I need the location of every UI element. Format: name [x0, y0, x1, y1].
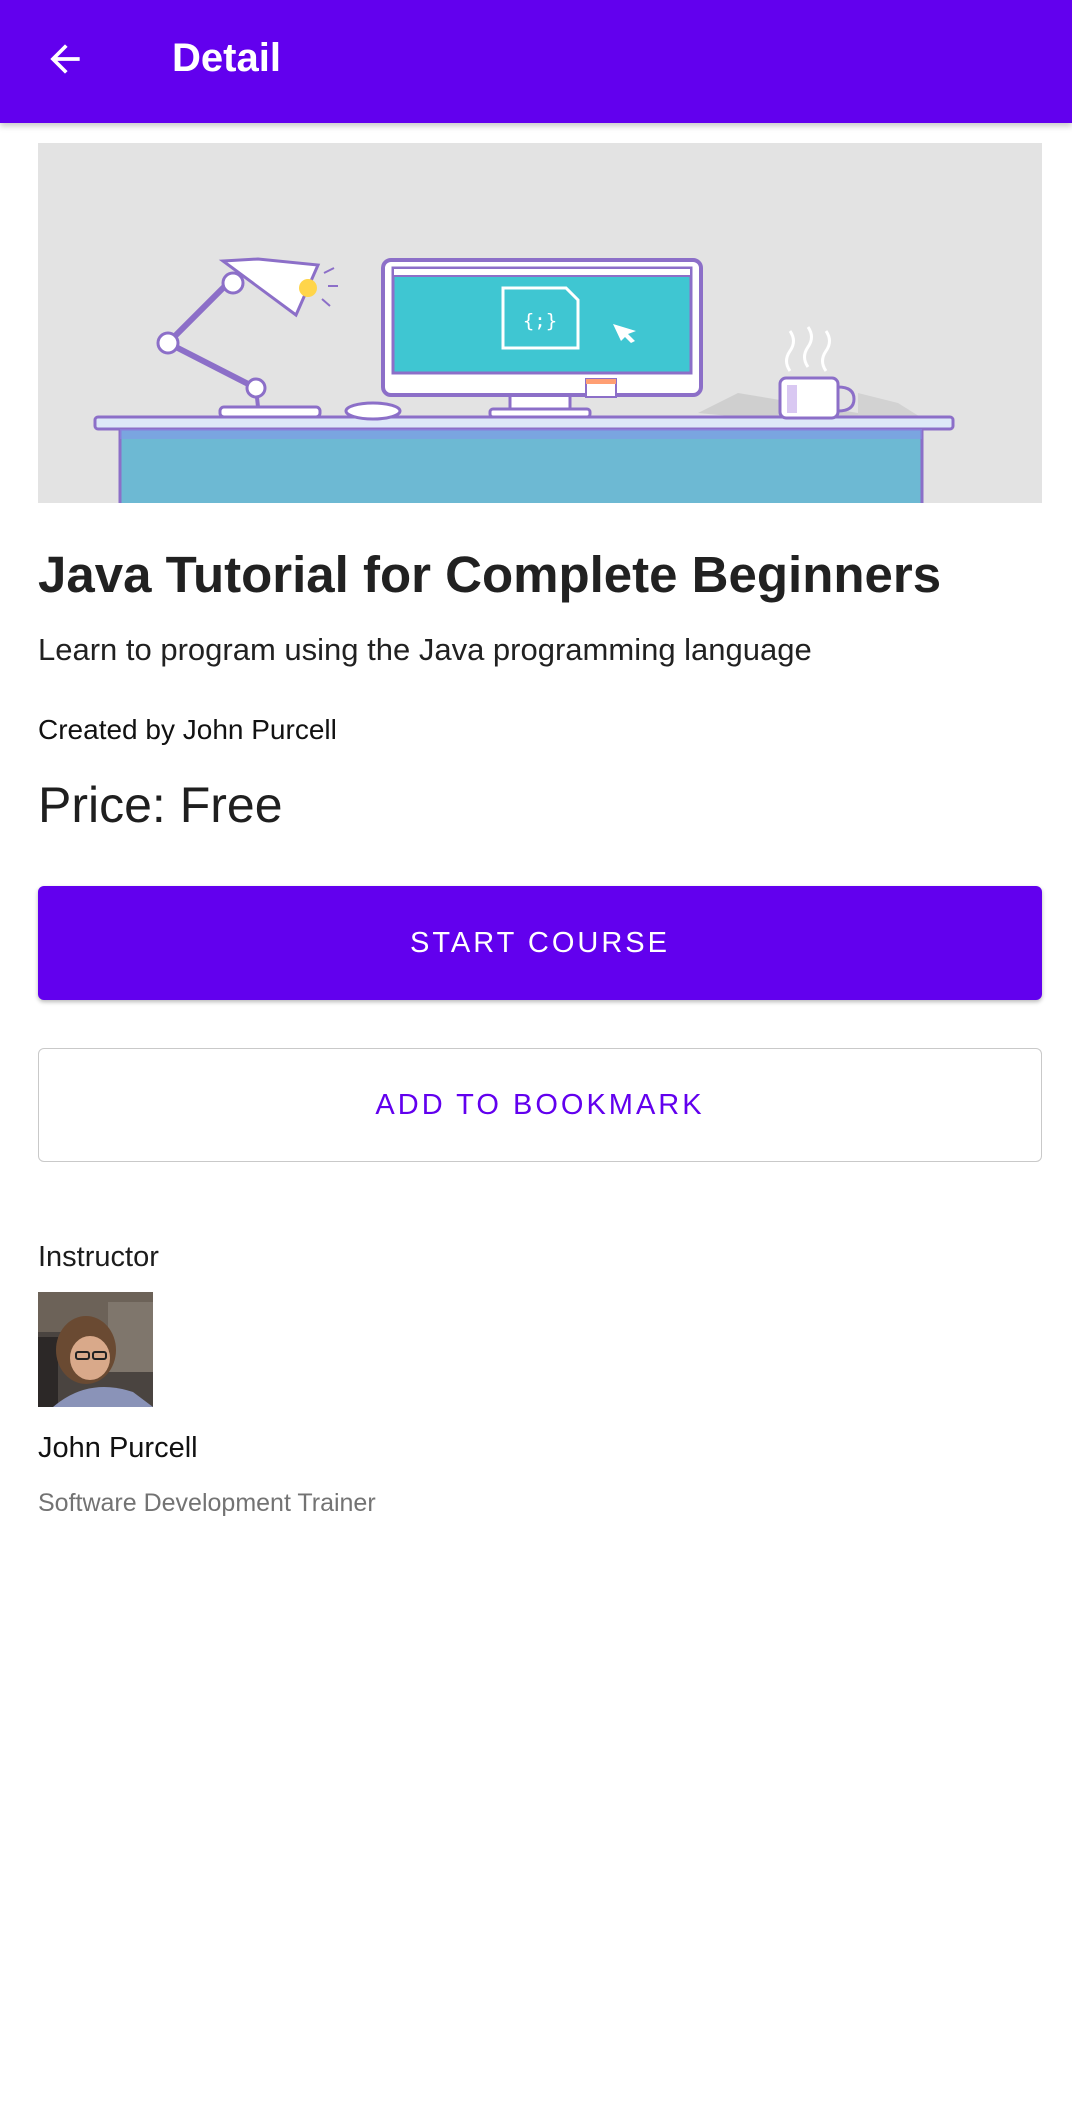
add-to-bookmark-button[interactable]: ADD TO BOOKMARK [38, 1048, 1042, 1162]
course-price: Price: Free [38, 777, 283, 833]
instructor-avatar[interactable] [38, 1292, 153, 1407]
instructor-heading: Instructor [38, 1241, 159, 1273]
arrow-back-icon [50, 44, 80, 74]
svg-text:{;}: {;} [523, 310, 557, 332]
instructor-role: Software Development Trainer [38, 1489, 376, 1517]
start-course-button[interactable]: START COURSE [38, 886, 1042, 1000]
course-author: Created by John Purcell [38, 714, 337, 745]
course-subtitle: Learn to program using the Java programm… [38, 632, 812, 667]
course-banner-image: {;} [38, 143, 1042, 503]
back-button[interactable] [32, 26, 98, 92]
instructor-name: John Purcell [38, 1432, 198, 1464]
page-title: Detail [172, 36, 281, 80]
course-title: Java Tutorial for Complete Beginners [38, 546, 942, 603]
app-bar: Detail [0, 0, 1072, 123]
